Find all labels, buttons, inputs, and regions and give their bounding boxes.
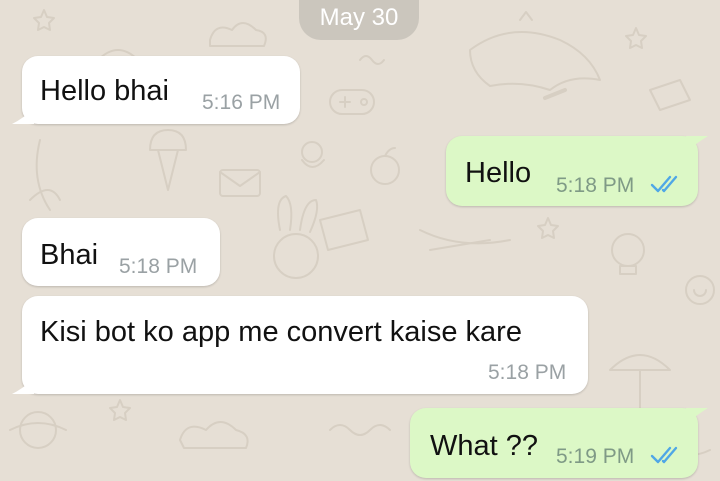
message-text: Kisi bot ko app me convert kaise kare [40,316,522,348]
bubble-tail [686,408,708,424]
message-bubble-outgoing[interactable]: What ?? 5:19 PM [410,408,708,478]
date-separator: May 30 [299,0,419,40]
double-check-read-icon [650,446,678,464]
bubble-tail [686,136,708,152]
message-bubble-outgoing[interactable]: Hello 5:18 PM [446,136,708,206]
message-bubble-incoming[interactable]: Kisi bot ko app me convert kaise kare 5:… [12,296,588,394]
message-text: Hello bhai [40,75,169,107]
double-check-read-icon [650,175,678,193]
message-timestamp: 5:16 PM [202,91,281,114]
message-text: What ?? [430,430,538,462]
message-timestamp: 5:18 PM [488,361,567,384]
message-text: Hello [465,157,532,189]
bubble-tail [12,378,34,394]
message-timestamp: 5:18 PM [556,174,635,197]
message-timestamp: 5:19 PM [556,445,635,468]
message-bubble-incoming[interactable]: Hello bhai 5:16 PM [12,56,300,124]
message-timestamp: 5:18 PM [119,255,198,278]
message-bubble-incoming[interactable]: Bhai 5:18 PM [22,218,220,286]
message-text: Bhai [40,239,99,271]
bubble-tail [12,108,34,124]
